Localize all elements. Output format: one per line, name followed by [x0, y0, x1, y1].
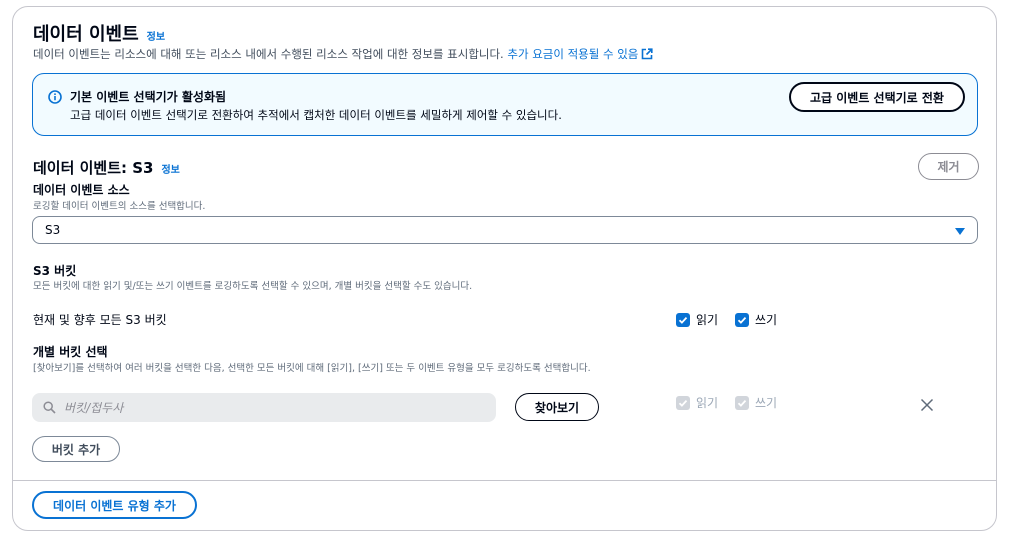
buckets-description: 모든 버킷에 대한 읽기 및/또는 쓰기 이벤트를 로깅하도록 선택할 수 있으… [33, 281, 473, 292]
all-read-checkbox[interactable]: 읽기 [676, 311, 718, 328]
bucket-search [32, 393, 496, 422]
browse-button[interactable]: 찾아보기 [515, 393, 599, 421]
switch-advanced-selector-button[interactable]: 고급 이벤트 선택기로 전환 [789, 82, 965, 112]
bucket-write-checkbox: 쓰기 [735, 394, 777, 411]
page-title: 데이터 이벤트 [33, 24, 139, 45]
add-bucket-button[interactable]: 버킷 추가 [32, 436, 120, 462]
pricing-link-label: 추가 요금이 적용될 수 있음 [507, 47, 639, 61]
add-data-event-type-button[interactable]: 데이터 이벤트 유형 추가 [32, 491, 197, 519]
remove-button[interactable]: 제거 [918, 153, 979, 180]
data-events-panel: 데이터 이벤트 정보 데이터 이벤트는 리소스에 대해 또는 리소스 내에서 수… [12, 6, 997, 531]
checkbox-checked-icon [676, 312, 690, 327]
buckets-label: S3 버킷 [33, 264, 77, 278]
bucket-read-label: 읽기 [696, 396, 719, 410]
close-icon[interactable] [920, 398, 934, 412]
info-icon [48, 90, 62, 104]
bucket-search-input[interactable] [64, 393, 484, 422]
bucket-read-checkbox: 읽기 [676, 394, 718, 411]
alert-body: 고급 데이터 이벤트 선택기로 전환하여 추적에서 캡처한 데이터 이벤트를 세… [70, 108, 562, 122]
individual-description: [찾아보기]를 선택하여 여러 버킷을 선택한 다음, 선택한 모든 버킷에 대… [33, 363, 591, 374]
section-title: 데이터 이벤트: S3 [33, 159, 154, 177]
pricing-link[interactable]: 추가 요금이 적용될 수 있음 [507, 47, 653, 61]
caret-down-icon [955, 228, 965, 235]
search-icon [43, 401, 56, 414]
bucket-write-label: 쓰기 [755, 396, 778, 410]
info-link[interactable]: 정보 [147, 28, 165, 43]
source-label: 데이터 이벤트 소스 [33, 183, 130, 197]
info-alert: 기본 이벤트 선택기가 활성화됨 고급 데이터 이벤트 선택기로 전환하여 추적… [32, 73, 978, 136]
source-description: 로깅할 데이터 이벤트의 소스를 선택합니다. [33, 201, 206, 212]
header: 데이터 이벤트 정보 [33, 20, 165, 46]
all-write-label: 쓰기 [755, 313, 778, 327]
header-description: 데이터 이벤트는 리소스에 대해 또는 리소스 내에서 수행된 리소스 작업에 … [33, 46, 653, 62]
section-info-link[interactable]: 정보 [161, 161, 179, 176]
source-select[interactable]: S3 [32, 216, 978, 244]
alert-title: 기본 이벤트 선택기가 활성화됨 [70, 90, 227, 104]
source-select-value: S3 [45, 223, 61, 237]
external-link-icon [642, 48, 653, 60]
all-write-checkbox[interactable]: 쓰기 [735, 311, 777, 328]
all-read-label: 읽기 [696, 313, 719, 327]
checkbox-checked-icon [735, 312, 749, 327]
description-text: 데이터 이벤트는 리소스에 대해 또는 리소스 내에서 수행된 리소스 작업에 … [33, 47, 504, 61]
all-buckets-label: 현재 및 향후 모든 S3 버킷 [33, 313, 167, 327]
individual-label: 개별 버킷 선택 [33, 345, 108, 359]
divider [13, 480, 996, 481]
checkbox-disabled-icon [676, 395, 690, 410]
section-header: 데이터 이벤트: S3 정보 [33, 157, 180, 178]
checkbox-disabled-icon [735, 395, 749, 410]
